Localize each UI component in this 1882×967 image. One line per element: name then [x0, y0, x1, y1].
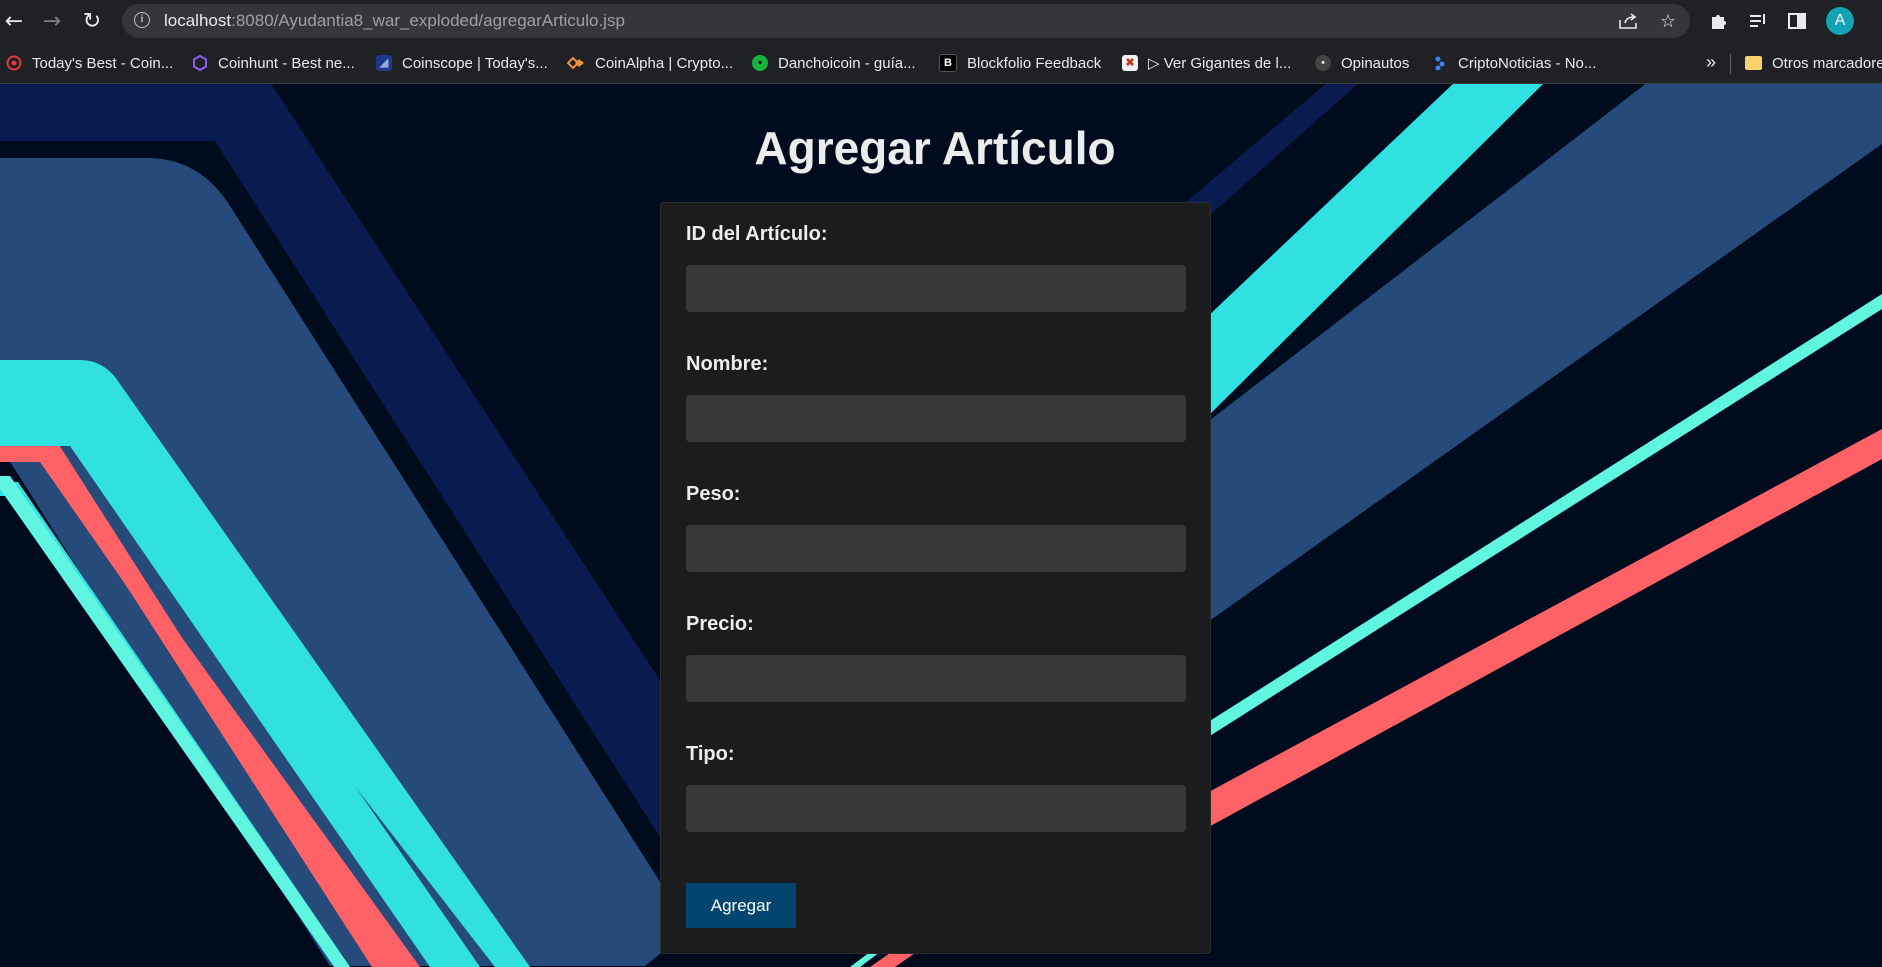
- page-title: Agregar Artículo: [754, 122, 1116, 174]
- url-host: localhost: [164, 11, 232, 30]
- bookmark-label: Blockfolio Feedback: [967, 54, 1102, 72]
- opinautos-favicon-icon: •: [1315, 55, 1331, 71]
- bookmark-label: Coinhunt - Best ne...: [218, 54, 355, 72]
- gigantes-favicon-icon: ✖: [1122, 55, 1138, 71]
- reload-icon[interactable]: ↻: [79, 8, 105, 34]
- bookmark-item[interactable]: ◢ Coinscope | Today's...: [376, 42, 548, 84]
- bookmark-item[interactable]: CriptoNoticias - No...: [1432, 42, 1596, 84]
- article-id-input[interactable]: [686, 265, 1186, 312]
- blockfolio-favicon-icon: B: [939, 54, 957, 72]
- bookmark-label: CriptoNoticias - No...: [1458, 54, 1597, 72]
- address-bar[interactable]: i localhost:8080/Ayudantia8_war_exploded…: [122, 4, 1690, 38]
- weight-label: Peso:: [686, 483, 741, 505]
- bookmark-label: CoinAlpha | Crypto...: [595, 54, 734, 72]
- type-input[interactable]: [686, 785, 1186, 832]
- bookmark-item[interactable]: Coinhunt - Best ne...: [192, 42, 355, 84]
- bookmark-label: Coinscope | Today's...: [402, 54, 548, 72]
- other-bookmarks-folder[interactable]: Otros marcadores: [1745, 42, 1882, 84]
- more-bookmarks-button[interactable]: »: [1706, 52, 1716, 73]
- star-bookmark-icon[interactable]: ☆: [1656, 9, 1680, 33]
- price-input[interactable]: [686, 655, 1186, 702]
- add-button[interactable]: Agregar: [686, 883, 796, 928]
- coinhunt-favicon-icon: [193, 55, 207, 71]
- share-icon[interactable]: [1616, 9, 1640, 33]
- url-path: :8080/Ayudantia8_war_exploded/agregarArt…: [231, 11, 625, 30]
- bookmarks-bar: Today's Best - Coin... Coinhunt - Best n…: [0, 42, 1882, 84]
- bookmark-label: Opinautos: [1341, 54, 1410, 72]
- page-viewport: Agregar Artículo ID del Artículo: Nombre…: [0, 84, 1882, 967]
- bookmark-item[interactable]: • Opinautos: [1315, 42, 1409, 84]
- site-info-icon[interactable]: i: [134, 12, 150, 28]
- name-label: Nombre:: [686, 353, 769, 375]
- url-text[interactable]: localhost:8080/Ayudantia8_war_exploded/a…: [164, 4, 625, 38]
- bookmark-label: Today's Best - Coin...: [32, 54, 174, 72]
- type-label: Tipo:: [686, 743, 735, 765]
- bookmark-item[interactable]: • Danchoicoin - guía...: [752, 42, 916, 84]
- bookmarks-divider: [1730, 54, 1731, 74]
- side-panel-icon[interactable]: [1785, 9, 1809, 33]
- extensions-puzzle-icon[interactable]: [1706, 9, 1730, 33]
- folder-icon: [1745, 56, 1762, 70]
- price-label: Precio:: [686, 613, 754, 635]
- danchoicoin-favicon-icon: •: [752, 55, 768, 71]
- criptonoticias-favicon-icon: [1435, 56, 1445, 71]
- profile-avatar[interactable]: A: [1826, 7, 1854, 35]
- coinalpha-favicon-icon: [567, 56, 584, 70]
- name-input[interactable]: [686, 395, 1186, 442]
- bookmark-item[interactable]: Today's Best - Coin...: [6, 42, 173, 84]
- other-bookmarks-label: Otros marcadores: [1772, 54, 1882, 72]
- browser-chrome: ← → ↻ i localhost:8080/Ayudantia8_war_ex…: [0, 0, 1882, 84]
- add-article-form: ID del Artículo: Nombre: Peso: Precio: T…: [660, 202, 1211, 954]
- bookmark-item[interactable]: ✖ ▷ Ver Gigantes de l...: [1122, 42, 1291, 84]
- bookmark-label: ▷ Ver Gigantes de l...: [1148, 55, 1292, 72]
- target-favicon-icon: [6, 55, 22, 71]
- coinscope-favicon-icon: ◢: [376, 55, 392, 71]
- article-id-label: ID del Artículo:: [686, 223, 828, 245]
- bookmark-item[interactable]: CoinAlpha | Crypto...: [567, 42, 733, 84]
- browser-toolbar: ← → ↻ i localhost:8080/Ayudantia8_war_ex…: [0, 0, 1882, 42]
- bookmark-item[interactable]: B Blockfolio Feedback: [939, 42, 1101, 84]
- forward-arrow-icon[interactable]: →: [39, 8, 65, 34]
- back-arrow-icon[interactable]: ←: [1, 8, 27, 34]
- bookmark-label: Danchoicoin - guía...: [778, 54, 916, 72]
- reading-list-icon[interactable]: [1746, 9, 1770, 33]
- weight-input[interactable]: [686, 525, 1186, 572]
